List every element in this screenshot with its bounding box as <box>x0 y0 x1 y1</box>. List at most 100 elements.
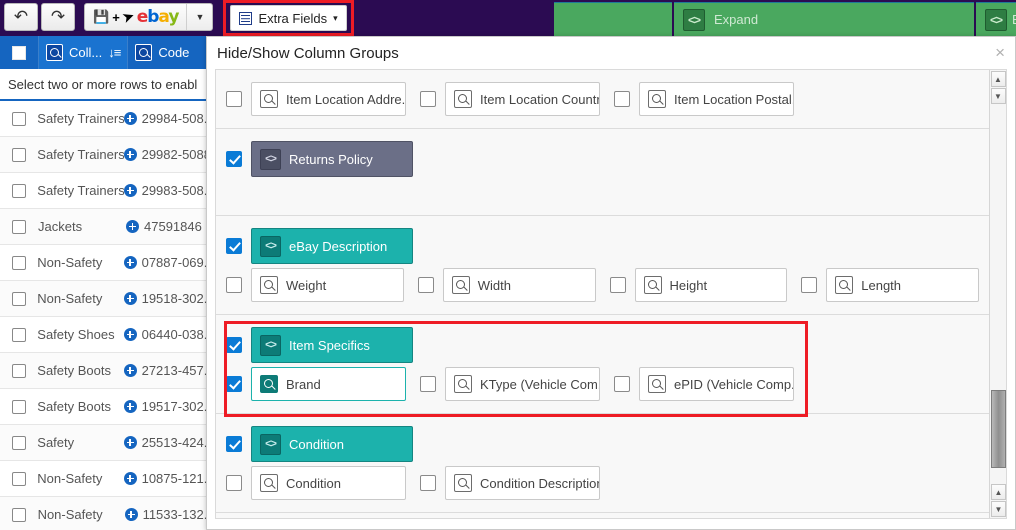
row-checkbox[interactable] <box>0 183 37 198</box>
row-checkbox[interactable] <box>0 219 38 234</box>
field-checkbox[interactable] <box>801 277 818 293</box>
group-checkbox-item-specifics[interactable] <box>226 337 242 353</box>
expand-row-icon[interactable] <box>124 508 138 521</box>
expand-row-icon[interactable] <box>123 184 137 197</box>
field-checkbox[interactable] <box>614 376 630 392</box>
row-checkbox[interactable] <box>0 111 37 126</box>
field-chip[interactable]: KType (Vehicle Com... <box>445 367 600 401</box>
save-dropdown-button[interactable]: ▼ <box>186 4 212 30</box>
expand-label-secondary: E <box>1012 12 1016 27</box>
expand-row-icon[interactable] <box>123 148 137 161</box>
expand-button[interactable]: <> Expand <box>674 2 974 36</box>
field-chip[interactable]: Width <box>442 268 596 302</box>
table-row[interactable]: Safety Shoes 06440-038.. <box>0 317 211 353</box>
field-chip[interactable]: Length <box>826 268 979 302</box>
row-checkbox[interactable] <box>0 399 37 414</box>
field-chip[interactable]: Item Location Addre... <box>251 82 406 116</box>
close-icon[interactable]: × <box>995 43 1005 63</box>
save-icon: 💾 <box>93 9 110 24</box>
expand-row-icon[interactable] <box>126 220 139 233</box>
row-checkbox[interactable] <box>0 147 37 162</box>
scroll-down-button-bottom[interactable]: ▼ <box>991 501 1006 517</box>
table-row[interactable]: Jackets 47591846 <box>0 209 211 245</box>
group-button-condition[interactable]: <> Condition <box>251 426 413 462</box>
redo-button[interactable]: ↷ <box>41 3 75 31</box>
group-button-item-specifics[interactable]: <> Item Specifics <box>251 327 413 363</box>
group-checkbox-ebay-description[interactable] <box>226 238 242 254</box>
row-checkbox[interactable] <box>0 507 38 522</box>
expand-row-icon[interactable] <box>123 292 137 305</box>
checkbox-icon <box>11 363 26 378</box>
field-chip[interactable]: Height <box>634 268 788 302</box>
field-checkbox[interactable] <box>226 376 242 392</box>
table-row[interactable]: Safety Trainers 29982-5088 <box>0 137 211 173</box>
table-row[interactable]: Safety 25513-424.. <box>0 425 211 461</box>
field-checkbox[interactable] <box>420 376 436 392</box>
table-row[interactable]: Safety Boots 19517-302.. <box>0 389 211 425</box>
table-row[interactable]: Safety Boots 27213-457.. <box>0 353 211 389</box>
field-chip[interactable]: Item Location Postal... <box>639 82 794 116</box>
table-row[interactable]: Non-Safety 10875-121.. <box>0 461 211 497</box>
row-category: Safety Boots <box>37 399 111 414</box>
expand-button-secondary[interactable]: <> E <box>976 2 1016 36</box>
group-checkbox-returns-policy[interactable] <box>226 151 242 167</box>
group-row: <> eBay Description <box>226 228 979 264</box>
expand-row-icon[interactable] <box>123 328 137 341</box>
grid-column-collection[interactable]: Coll... ↓≡ <box>38 36 128 69</box>
expand-row-icon[interactable] <box>123 436 137 449</box>
table-row[interactable]: Non-Safety 07887-069.. <box>0 245 211 281</box>
sort-descending-icon[interactable]: ↓≡ <box>108 45 121 60</box>
dialog-scroll-area: Item Location Addre... Item Location Coun… <box>216 70 989 518</box>
field-checkbox[interactable] <box>614 91 630 107</box>
expand-row-icon[interactable] <box>123 400 137 413</box>
field-chip[interactable]: Brand <box>251 367 406 401</box>
field-checkbox[interactable] <box>609 277 626 293</box>
search-icon <box>454 90 472 108</box>
code-icon: <> <box>260 235 281 257</box>
field-label: Item Location Country <box>480 91 600 107</box>
scroll-down-button[interactable]: ▼ <box>990 88 1006 104</box>
row-checkbox[interactable] <box>0 435 37 450</box>
row-code-label: 29982-5088 <box>141 147 211 162</box>
field-chip[interactable]: Condition Description <box>445 466 600 500</box>
group-row: <> Item Specifics <box>226 327 979 363</box>
grid-select-all-checkbox[interactable] <box>0 45 38 60</box>
field-checkbox[interactable] <box>420 475 436 491</box>
field-chip[interactable]: Weight <box>251 268 404 302</box>
field-chip[interactable]: Item Location Country <box>445 82 600 116</box>
row-checkbox[interactable] <box>0 255 37 270</box>
vertical-scrollbar[interactable]: ▲ ▼ ▲ ▼ <box>989 70 1006 518</box>
scroll-up-button-bottom[interactable]: ▲ <box>991 484 1006 500</box>
column-group-section-returns-policy: <> Returns Policy <box>216 129 989 216</box>
field-checkbox[interactable] <box>226 475 242 491</box>
group-button-ebay-description[interactable]: <> eBay Description <box>251 228 413 264</box>
table-row[interactable]: Safety Trainers 29984-508.. <box>0 101 211 137</box>
table-row[interactable]: Non-Safety 19518-302.. <box>0 281 211 317</box>
expand-row-icon[interactable] <box>123 364 137 377</box>
row-checkbox[interactable] <box>0 291 37 306</box>
save-to-ebay-button[interactable]: 💾 + ➤ ebay <box>85 4 186 30</box>
expand-row-icon[interactable] <box>123 112 137 125</box>
row-checkbox[interactable] <box>0 471 37 486</box>
grid-column-code[interactable]: Code <box>127 36 197 69</box>
expand-row-icon[interactable] <box>123 256 137 269</box>
dialog-title: Hide/Show Column Groups <box>217 44 399 62</box>
extra-fields-button[interactable]: Extra Fields ▾ <box>230 5 347 31</box>
table-row[interactable]: Non-Safety 11533-132.. <box>0 497 211 530</box>
field-chip[interactable]: Condition <box>251 466 406 500</box>
row-checkbox[interactable] <box>0 363 37 378</box>
scroll-up-button[interactable]: ▲ <box>990 71 1006 87</box>
field-checkbox[interactable] <box>420 91 436 107</box>
table-row[interactable]: Safety Trainers 29983-508.. <box>0 173 211 209</box>
field-checkbox[interactable] <box>226 91 242 107</box>
group-button-returns-policy[interactable]: <> Returns Policy <box>251 141 413 177</box>
expand-row-icon[interactable] <box>123 472 137 485</box>
field-checkbox[interactable] <box>417 277 434 293</box>
field-checkbox[interactable] <box>226 277 242 293</box>
field-chip[interactable]: ePID (Vehicle Comp... <box>639 367 794 401</box>
search-icon <box>260 474 278 492</box>
row-checkbox[interactable] <box>0 327 37 342</box>
group-checkbox-condition[interactable] <box>226 436 242 452</box>
undo-button[interactable]: ↶ <box>4 3 38 31</box>
scrollbar-thumb[interactable] <box>991 390 1006 468</box>
